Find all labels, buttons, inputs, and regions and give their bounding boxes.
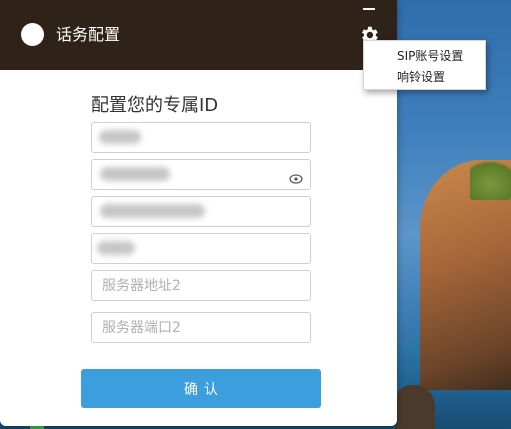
minimize-icon[interactable]	[360, 2, 378, 16]
title-bar: 话务配置	[0, 0, 397, 70]
dialog-window: 话务配置 配置您的专属ID 确认	[0, 0, 397, 426]
text-field[interactable]	[91, 196, 311, 227]
eye-icon[interactable]	[289, 169, 303, 184]
server-port-input[interactable]	[91, 312, 311, 343]
settings-dropdown-menu: SIP账号设置 响铃设置	[363, 40, 486, 90]
window-title: 话务配置	[56, 25, 121, 44]
app-logo	[21, 23, 44, 46]
confirm-button[interactable]: 确认	[81, 369, 321, 408]
text-field[interactable]	[91, 122, 311, 153]
page-title: 配置您的专属ID	[91, 95, 219, 116]
server-address-input[interactable]	[91, 270, 311, 301]
password-field[interactable]	[91, 159, 311, 190]
sea-rock	[395, 385, 435, 429]
menu-item-sip-account[interactable]: SIP账号设置	[397, 48, 463, 64]
menu-item-ringtone[interactable]: 响铃设置	[397, 69, 445, 85]
cliff-grass	[470, 160, 511, 200]
text-field[interactable]	[91, 233, 311, 264]
